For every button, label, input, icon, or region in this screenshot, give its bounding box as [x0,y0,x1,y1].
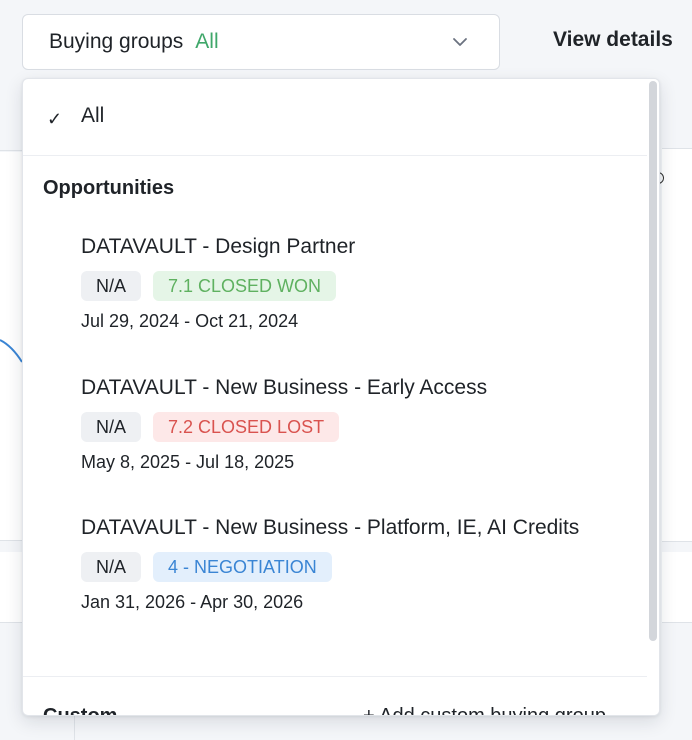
buying-groups-value: All [195,30,219,53]
opportunity-name: DATAVAULT - New Business - Platform, IE,… [81,516,580,539]
background-panel [662,148,692,542]
stage-badge: 4 - NEGOTIATION [153,552,332,582]
stage-badge: 7.1 CLOSED WON [153,271,337,301]
chevron-down-icon [453,38,467,46]
opportunity-option[interactable]: DATAVAULT - New Business - Platform, IE,… [81,512,581,613]
background-chart-line [0,339,23,363]
scrollbar-thumb[interactable] [649,81,657,641]
view-details-link[interactable]: View details [553,28,673,52]
background-panel [662,552,692,623]
buying-groups-label: Buying groups [49,30,184,53]
opportunity-name: DATAVAULT - Design Partner [81,235,356,258]
background-divider [0,150,22,151]
opportunity-name: DATAVAULT - New Business - Early Access [81,376,488,399]
add-custom-buying-group-button[interactable]: + Add custom buying group [363,705,606,715]
amount-badge: N/A [81,271,142,301]
opportunity-dates: May 8, 2025 - Jul 18, 2025 [81,452,295,472]
option-all-label: All [81,104,105,127]
opportunity-option[interactable]: DATAVAULT - Design Partner N/A 7.1 CLOSE… [81,231,581,332]
opportunity-dates: Jan 31, 2026 - Apr 30, 2026 [81,592,304,612]
amount-badge: N/A [81,552,142,582]
opportunities-section-title: Opportunities [43,177,175,199]
menu-divider [23,676,649,677]
stage-badge: 7.2 CLOSED LOST [153,412,340,442]
opportunity-option[interactable]: DATAVAULT - New Business - Early Access … [81,372,581,473]
background-panel [0,552,22,623]
amount-badge: N/A [81,412,142,442]
custom-section-title: Custom [43,705,118,716]
background-divider [74,716,75,740]
option-all[interactable]: ✓ All [23,79,649,156]
buying-groups-dropdown: ✓ All Opportunities DATAVAULT - Design P… [22,78,660,716]
opportunity-dates: Jul 29, 2024 - Oct 21, 2024 [81,311,299,331]
checkmark-icon: ✓ [47,109,63,129]
scrollbar[interactable] [647,79,659,715]
buying-groups-select[interactable]: Buying groups All [22,14,500,70]
